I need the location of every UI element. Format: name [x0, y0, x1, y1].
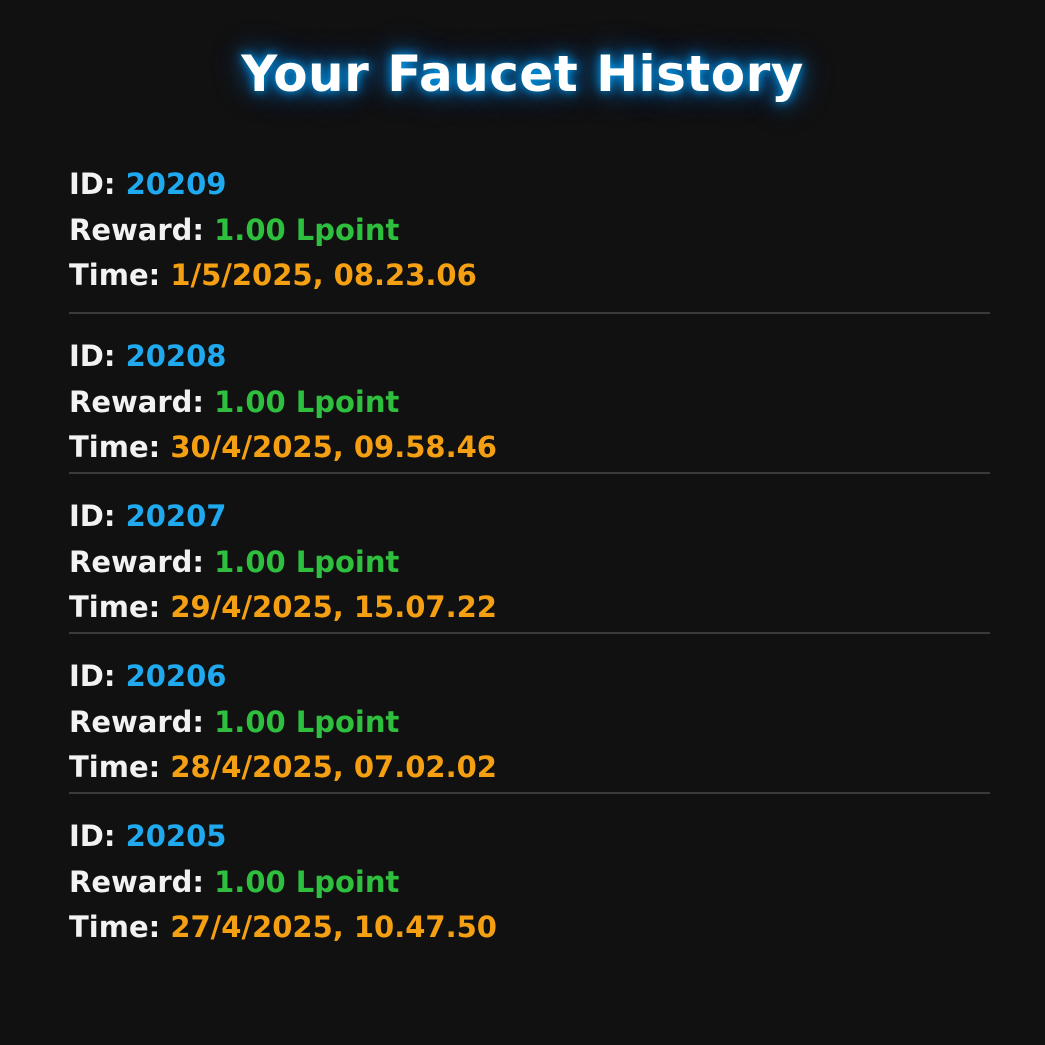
id-label: ID: — [69, 819, 126, 853]
entry-reward-row: Reward: 1.00 Lpoint — [69, 860, 990, 906]
entry-reward-value: 1.00 Lpoint — [214, 704, 400, 739]
entry-time-row: Time: 28/4/2025, 07.02.02 — [69, 745, 990, 791]
id-label: ID: — [69, 339, 126, 373]
entry-time-value: 1/5/2025, 08.23.06 — [170, 258, 477, 292]
history-list: ID: 20209 Reward: 1.00 Lpoint Time: 1/5/… — [69, 156, 990, 954]
entry-time-row: Time: 30/4/2025, 09.58.46 — [69, 425, 990, 471]
entry-reward-row: Reward: 1.00 Lpoint — [69, 540, 990, 586]
entry-id-value: 20205 — [125, 819, 227, 853]
reward-label: Reward: — [69, 384, 215, 419]
history-entry: ID: 20207 Reward: 1.00 Lpoint Time: 29/4… — [69, 474, 990, 634]
reward-label: Reward: — [69, 544, 215, 579]
entry-time-row: Time: 1/5/2025, 08.23.06 — [69, 253, 990, 299]
entry-id-value: 20208 — [125, 339, 227, 373]
entry-reward-row: Reward: 1.00 Lpoint — [69, 208, 990, 254]
reward-label: Reward: — [69, 864, 215, 899]
entry-time-row: Time: 27/4/2025, 10.47.50 — [69, 905, 990, 951]
reward-label: Reward: — [69, 212, 215, 247]
history-entry: ID: 20205 Reward: 1.00 Lpoint Time: 27/4… — [69, 794, 990, 954]
time-label: Time: — [69, 750, 171, 784]
entry-time-value: 27/4/2025, 10.47.50 — [170, 910, 497, 944]
history-entry: ID: 20206 Reward: 1.00 Lpoint Time: 28/4… — [69, 634, 990, 794]
time-label: Time: — [69, 430, 171, 464]
id-label: ID: — [69, 659, 126, 693]
entry-id-row: ID: 20206 — [69, 654, 990, 700]
entry-id-value: 20209 — [125, 167, 227, 201]
entry-reward-value: 1.00 Lpoint — [214, 864, 400, 899]
entry-id-row: ID: 20207 — [69, 494, 990, 540]
faucet-history-page: Your Faucet History ID: 20209 Reward: 1.… — [0, 0, 1045, 1045]
entry-id-value: 20207 — [125, 499, 227, 533]
entry-id-row: ID: 20205 — [69, 814, 990, 860]
entry-id-value: 20206 — [125, 659, 227, 693]
entry-time-row: Time: 29/4/2025, 15.07.22 — [69, 585, 990, 631]
entry-reward-row: Reward: 1.00 Lpoint — [69, 700, 990, 746]
entry-time-value: 30/4/2025, 09.58.46 — [170, 430, 497, 464]
entry-id-row: ID: 20208 — [69, 334, 990, 380]
time-label: Time: — [69, 910, 171, 944]
time-label: Time: — [69, 258, 171, 292]
entry-reward-value: 1.00 Lpoint — [214, 212, 400, 247]
id-label: ID: — [69, 167, 126, 201]
history-entry: ID: 20209 Reward: 1.00 Lpoint Time: 1/5/… — [69, 156, 990, 314]
entry-time-value: 28/4/2025, 07.02.02 — [170, 750, 497, 784]
entry-reward-row: Reward: 1.00 Lpoint — [69, 380, 990, 426]
entry-reward-value: 1.00 Lpoint — [214, 544, 400, 579]
history-entry: ID: 20208 Reward: 1.00 Lpoint Time: 30/4… — [69, 314, 990, 474]
id-label: ID: — [69, 499, 126, 533]
page-title: Your Faucet History — [241, 45, 804, 103]
entry-time-value: 29/4/2025, 15.07.22 — [170, 590, 497, 624]
reward-label: Reward: — [69, 704, 215, 739]
entry-reward-value: 1.00 Lpoint — [214, 384, 400, 419]
entry-id-row: ID: 20209 — [69, 162, 990, 208]
time-label: Time: — [69, 590, 171, 624]
